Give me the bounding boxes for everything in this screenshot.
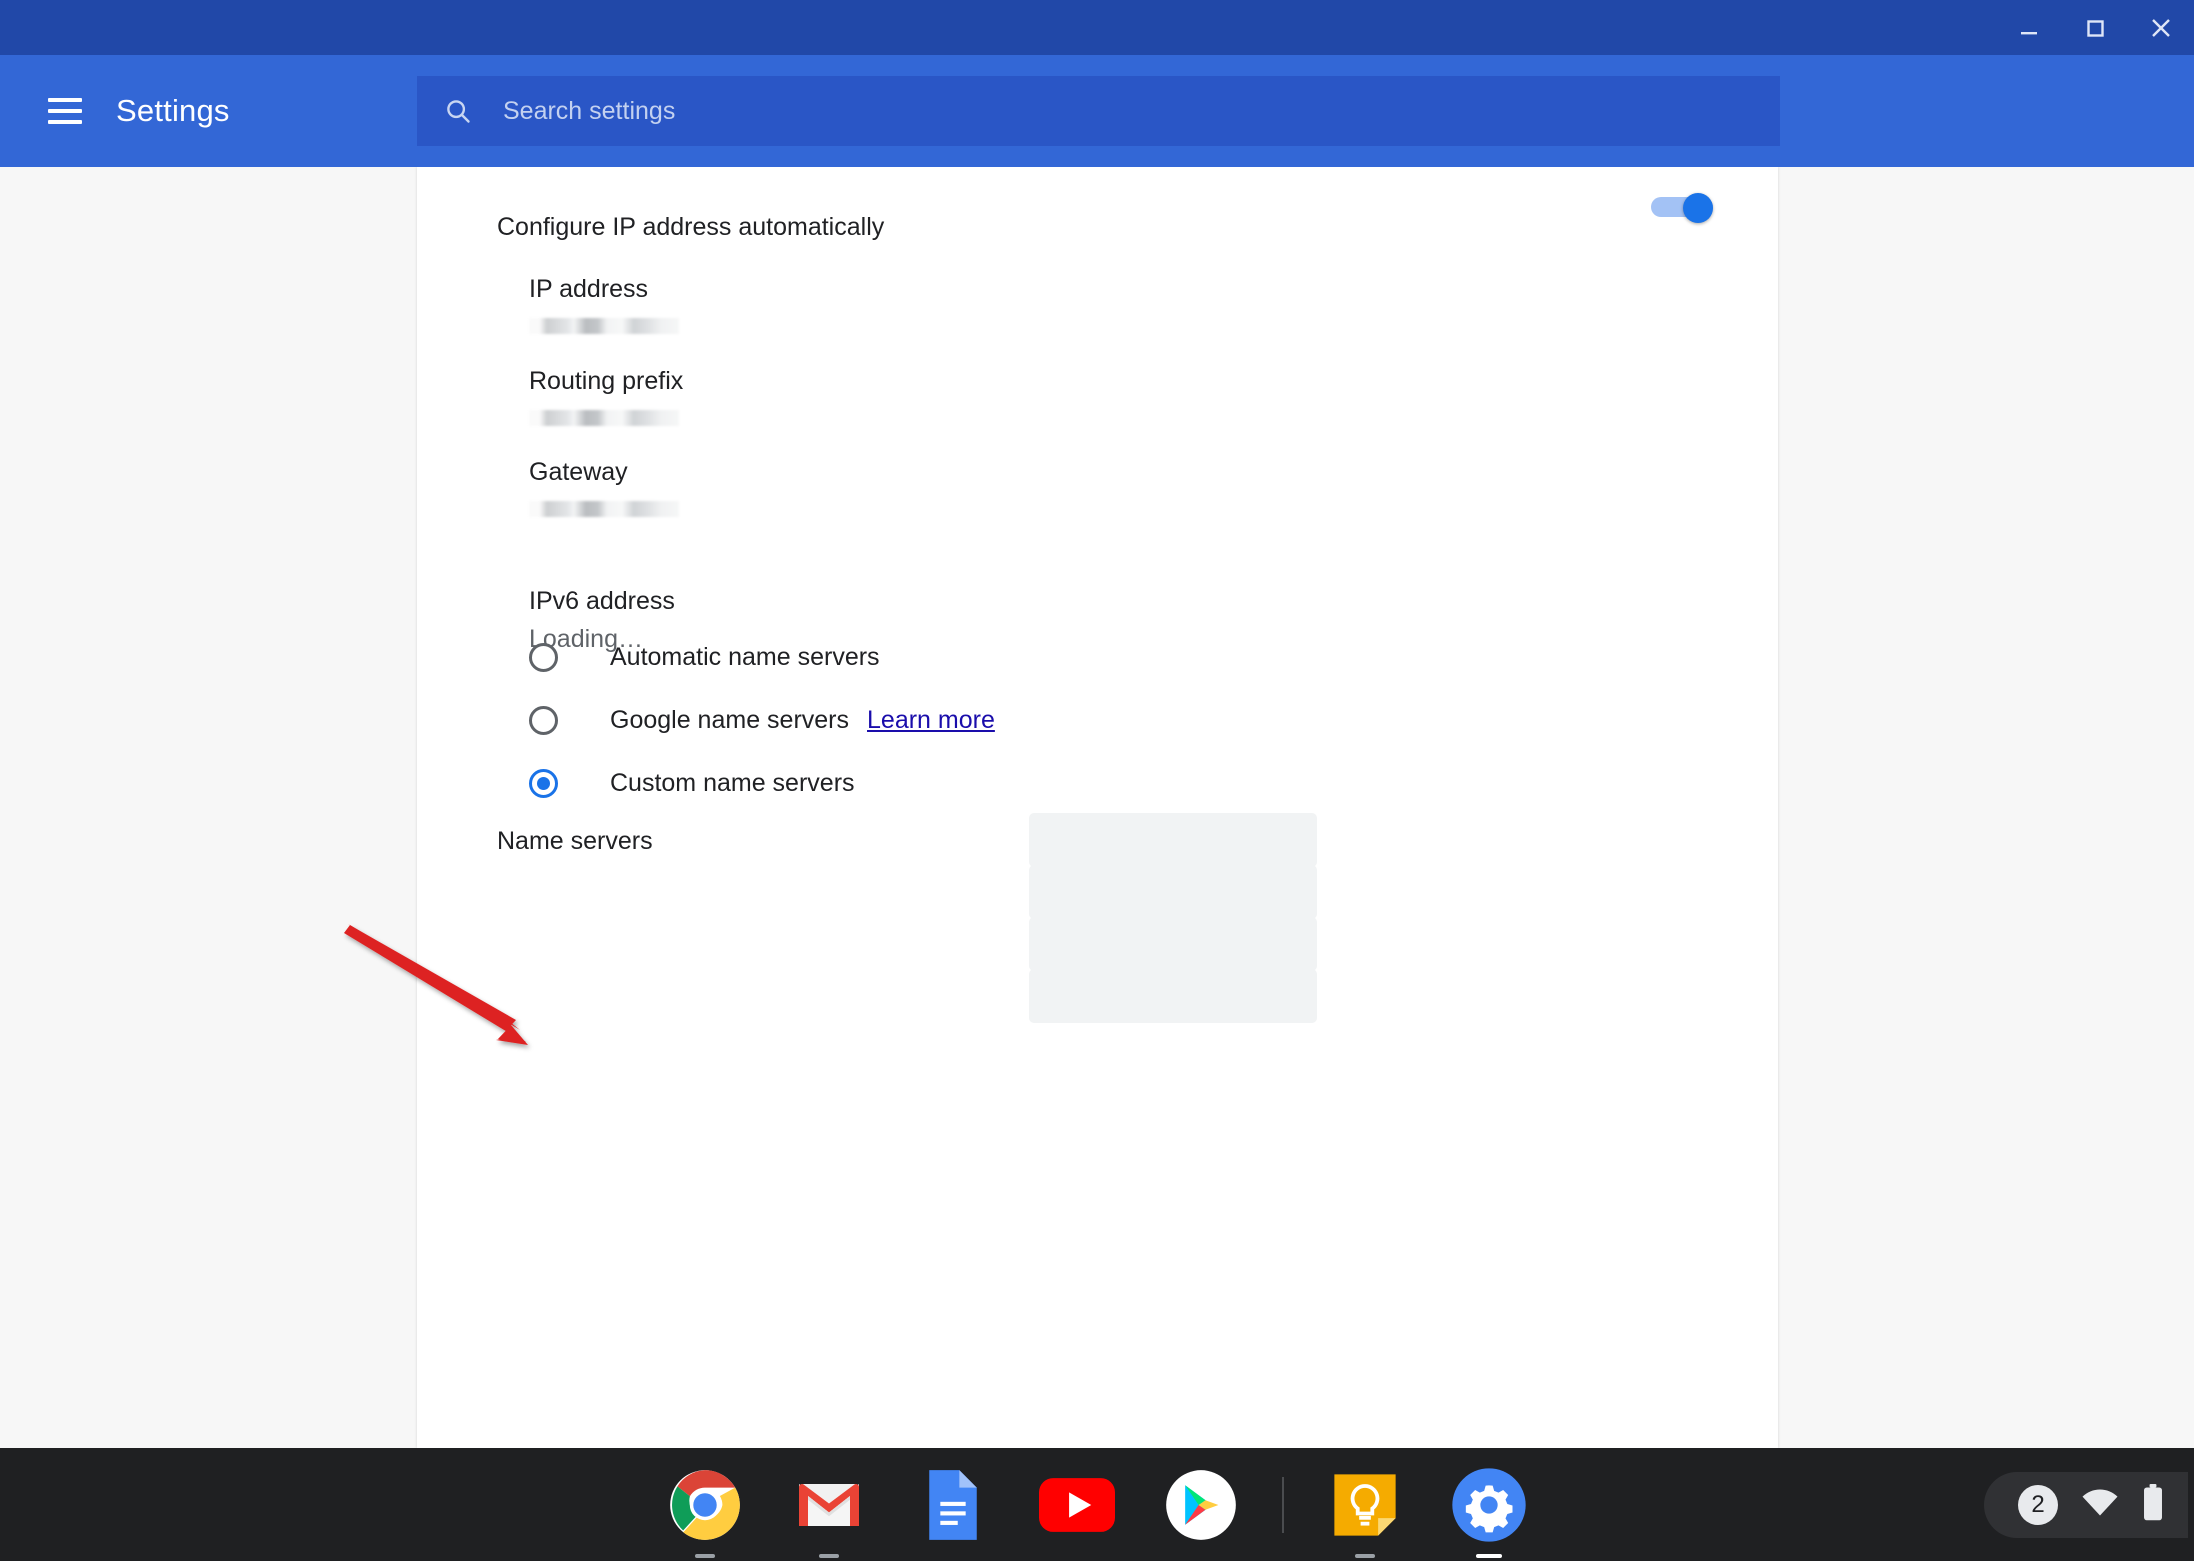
- shelf: 2: [0, 1448, 2194, 1561]
- youtube-icon: [1039, 1477, 1115, 1532]
- shelf-item-play-store[interactable]: [1158, 1462, 1244, 1548]
- shelf-item-keep[interactable]: [1322, 1462, 1408, 1558]
- gateway-value-redacted: [529, 501, 679, 517]
- shelf-item-chrome[interactable]: [662, 1462, 748, 1558]
- shelf-app-list: [0, 1448, 2194, 1561]
- shelf-separator: [1282, 1476, 1284, 1533]
- routing-prefix-label: Routing prefix: [529, 367, 684, 395]
- wifi-icon[interactable]: [2080, 1488, 2120, 1523]
- shelf-running-indicator: [695, 1553, 715, 1558]
- radio-automatic-name-servers-label: Automatic name servers: [610, 642, 880, 671]
- window-minimize-button[interactable]: [1996, 0, 2062, 55]
- shelf-item-docs[interactable]: [910, 1462, 996, 1548]
- radio-option-google-name-servers[interactable]: Google name servers Learn more: [529, 695, 995, 745]
- page-title: Settings: [116, 93, 230, 128]
- system-tray[interactable]: 2: [1984, 1472, 2188, 1538]
- gateway-label: Gateway: [529, 458, 628, 486]
- search-input[interactable]: [503, 96, 1760, 126]
- chrome-icon: [670, 1469, 740, 1540]
- hamburger-line: [48, 98, 82, 102]
- radio-option-automatic-name-servers[interactable]: Automatic name servers: [529, 632, 880, 682]
- hamburger-menu-icon[interactable]: [48, 98, 82, 124]
- custom-name-server-input-1[interactable]: [1029, 813, 1317, 867]
- radio-option-custom-name-servers[interactable]: Custom name servers: [529, 758, 855, 808]
- radio-google-name-servers-label: Google name servers: [610, 705, 850, 734]
- settings-header: Settings: [0, 55, 2194, 167]
- custom-name-server-input-3[interactable]: [1029, 917, 1317, 971]
- shelf-running-indicator: [1355, 1553, 1375, 1558]
- gmail-icon: [799, 1483, 859, 1526]
- custom-name-server-input-4[interactable]: [1029, 969, 1317, 1023]
- shelf-active-indicator: [1476, 1553, 1502, 1558]
- gateway-field: Gateway: [529, 455, 1229, 517]
- name-servers-heading: Name servers: [497, 827, 653, 855]
- keep-icon: [1334, 1473, 1396, 1536]
- hamburger-line: [48, 120, 82, 124]
- radio-automatic-name-servers-icon[interactable]: [529, 642, 558, 672]
- search-bar[interactable]: [417, 76, 1780, 146]
- radio-custom-name-servers-label: Custom name servers: [610, 768, 855, 797]
- ip-address-value-redacted: [529, 318, 679, 334]
- radio-google-name-servers-icon[interactable]: [529, 705, 558, 735]
- battery-icon[interactable]: [2142, 1483, 2164, 1527]
- shelf-item-youtube[interactable]: [1034, 1462, 1120, 1548]
- shelf-item-gmail[interactable]: [786, 1462, 872, 1558]
- shelf-running-indicator: [819, 1553, 839, 1558]
- hamburger-line: [48, 109, 82, 113]
- configure-ip-automatically-label: Configure IP address automatically: [497, 212, 885, 241]
- play-store-icon: [1166, 1469, 1236, 1540]
- settings-body: Configure IP address automatically IP ad…: [0, 167, 2194, 1448]
- window-titlebar: [0, 0, 2194, 55]
- window-close-button[interactable]: [2128, 0, 2194, 55]
- learn-more-link[interactable]: Learn more: [867, 706, 995, 735]
- configure-ip-automatically-toggle[interactable]: [1651, 193, 1713, 223]
- gear-icon: [1452, 1467, 1526, 1542]
- notification-count-badge[interactable]: 2: [2018, 1485, 2058, 1525]
- routing-prefix-value-redacted: [529, 410, 679, 426]
- docs-icon: [929, 1469, 977, 1540]
- radio-custom-name-servers-icon[interactable]: [529, 768, 558, 798]
- ip-address-field: IP address: [529, 272, 1229, 334]
- routing-prefix-field: Routing prefix: [529, 364, 1229, 426]
- shelf-item-settings[interactable]: [1446, 1462, 1532, 1558]
- window-maximize-button[interactable]: [2062, 0, 2128, 55]
- custom-name-server-input-2[interactable]: [1029, 865, 1317, 919]
- ipv6-address-label: IPv6 address: [529, 587, 675, 615]
- toggle-knob: [1683, 193, 1713, 223]
- ip-address-label: IP address: [529, 275, 649, 303]
- search-icon: [443, 96, 473, 126]
- configure-ip-automatically-row[interactable]: Configure IP address automatically: [417, 187, 1778, 267]
- network-settings-card: Configure IP address automatically IP ad…: [417, 167, 1778, 1448]
